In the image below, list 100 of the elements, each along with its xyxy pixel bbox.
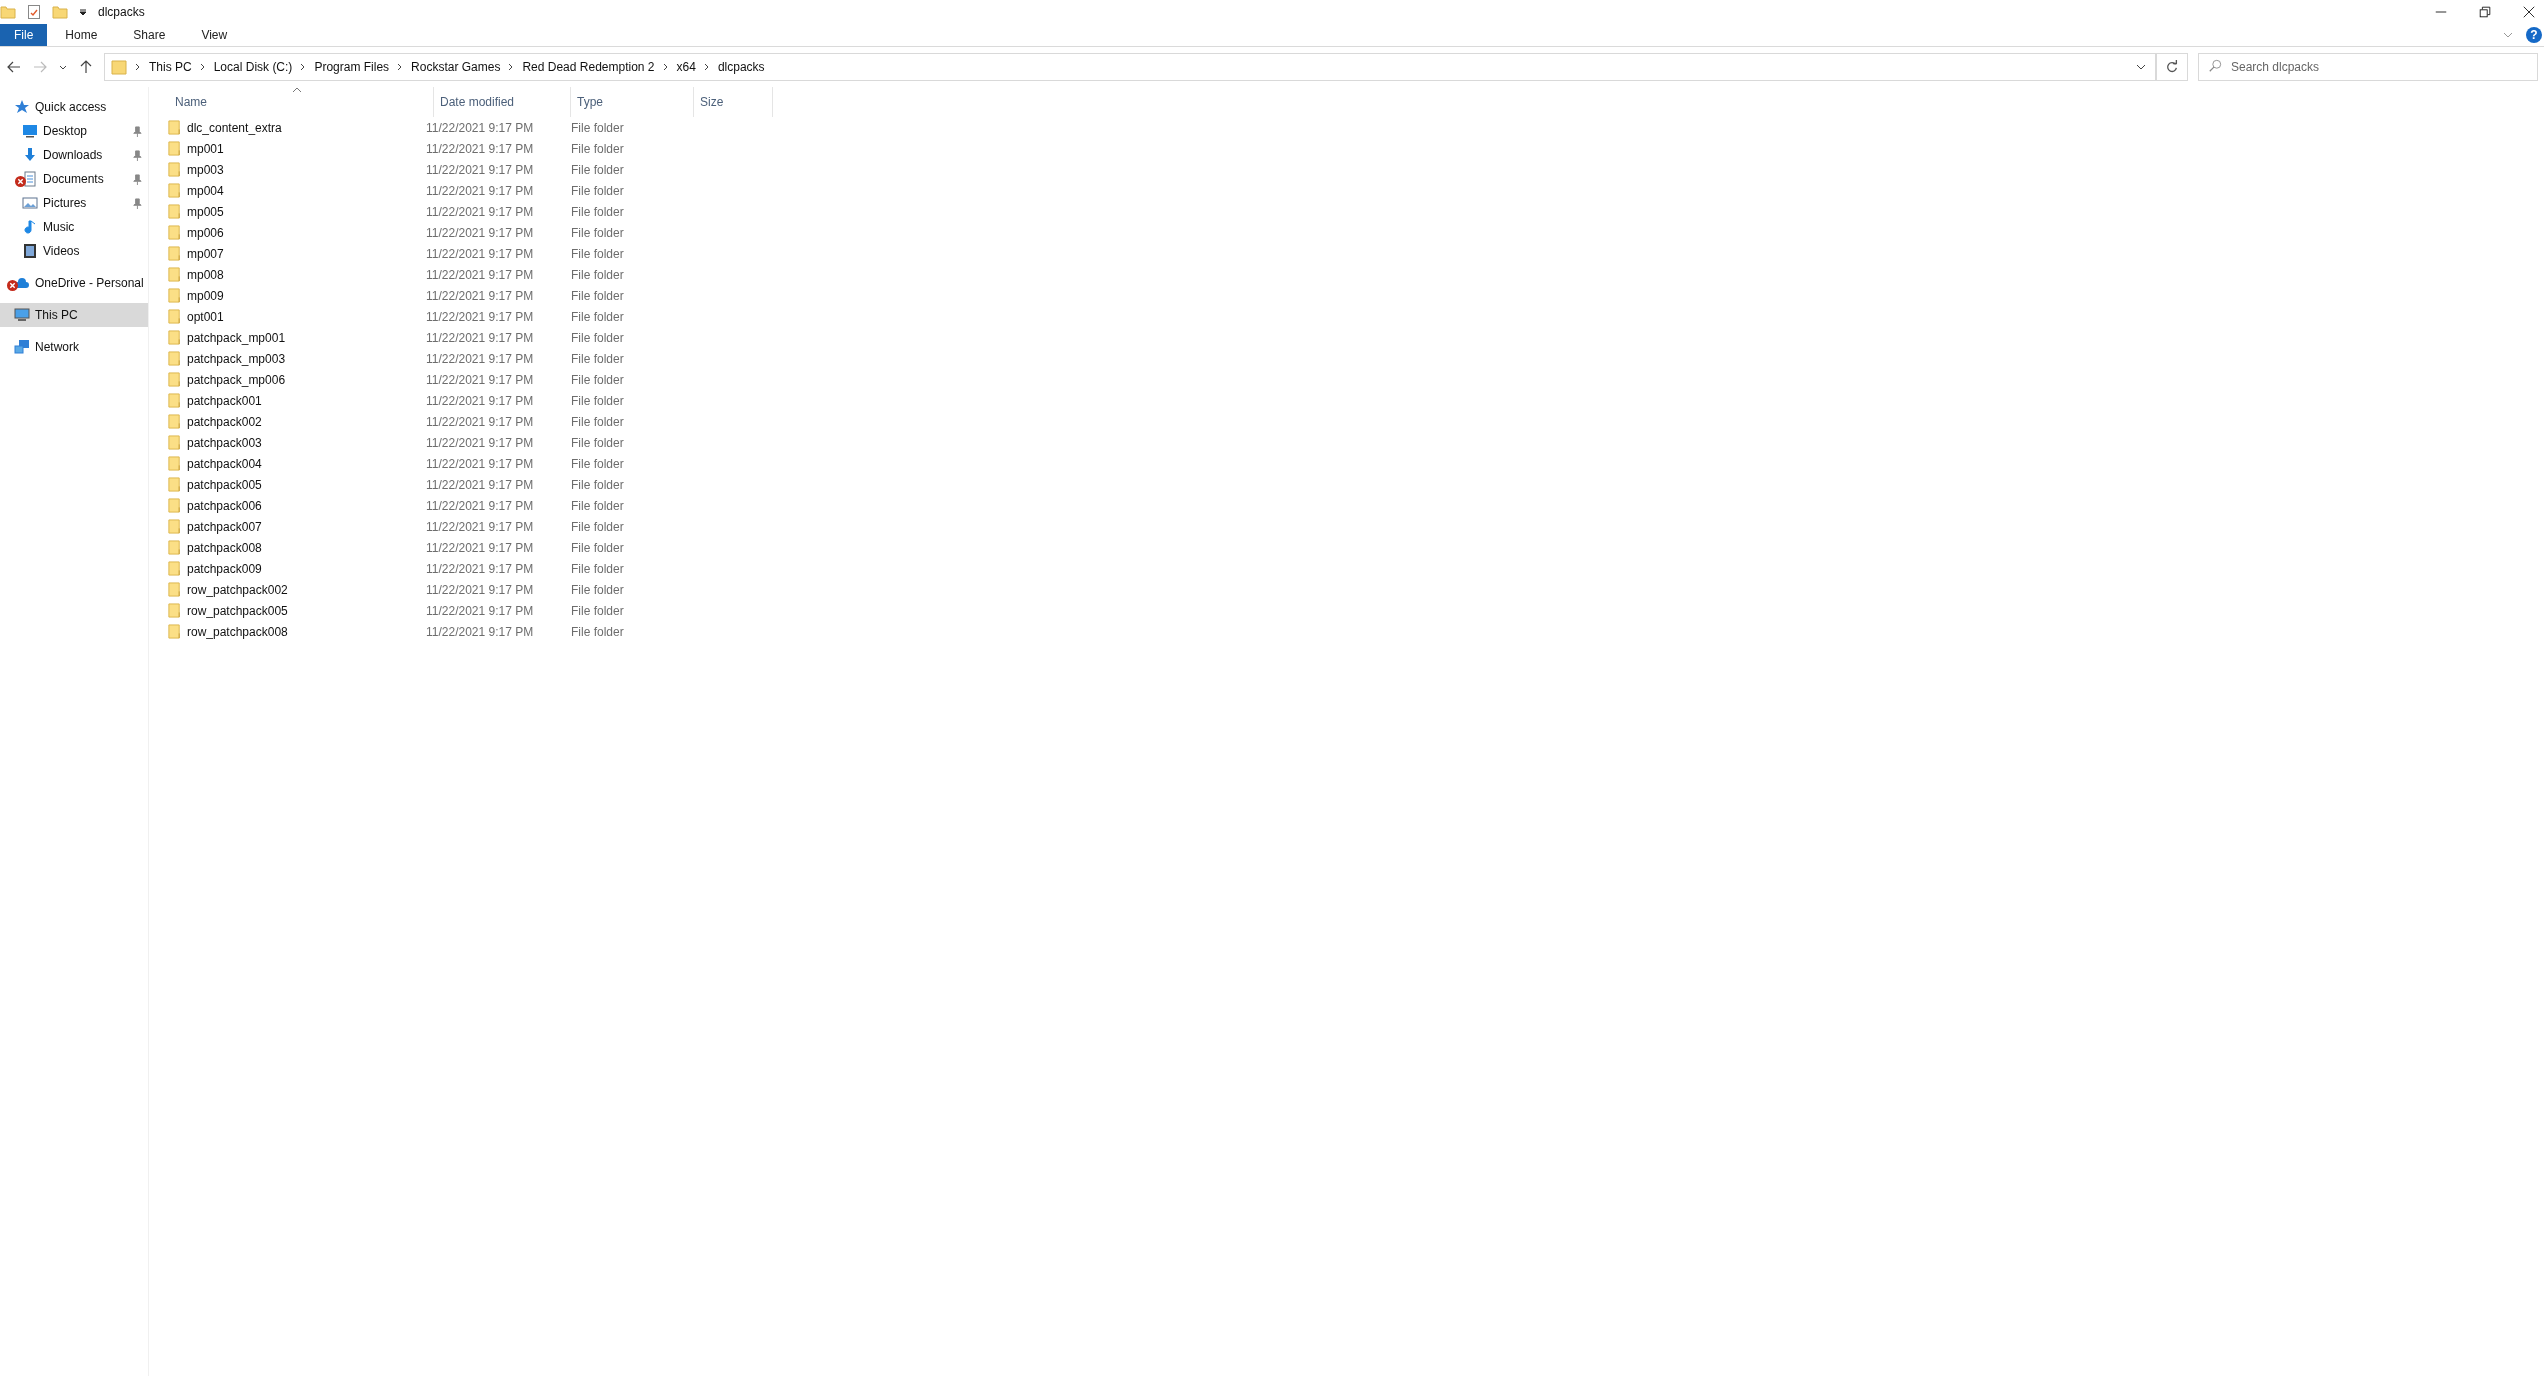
file-name[interactable]: mp006	[161, 225, 419, 240]
file-name[interactable]: mp003	[161, 162, 419, 177]
file-name[interactable]: row_patchpack005	[161, 603, 419, 618]
file-name[interactable]: mp009	[161, 288, 419, 303]
sidebar-item[interactable]: Documents	[0, 167, 148, 191]
pin-icon[interactable]	[131, 125, 142, 137]
sidebar-item[interactable]: Pictures	[0, 191, 148, 215]
date-modified: 11/22/2021 9:17 PM	[425, 477, 535, 492]
pin-icon[interactable]	[131, 173, 142, 185]
search-field[interactable]: Search dlcpacks	[2198, 53, 2538, 81]
file-type: File folder	[570, 414, 625, 429]
file-name[interactable]: patchpack001	[161, 393, 419, 408]
sidebar-item[interactable]: Videos	[0, 239, 148, 263]
column-header[interactable]: Name	[161, 87, 434, 117]
column-header[interactable]: Size	[694, 87, 773, 117]
help-button[interactable]: ?	[2526, 27, 2542, 43]
breadcrumb[interactable]: This PC	[149, 60, 192, 74]
sidebar-item[interactable]: Network	[0, 335, 148, 359]
file-name[interactable]: patchpack002	[161, 414, 419, 429]
sidebar-item[interactable]: Music	[0, 215, 148, 239]
breadcrumb[interactable]: Rockstar Games	[411, 60, 501, 74]
file-name[interactable]: patchpack006	[161, 498, 419, 513]
chevron-icon[interactable]	[702, 63, 711, 71]
date-modified: 11/22/2021 9:17 PM	[425, 540, 535, 555]
file-type: File folder	[570, 624, 625, 639]
date-modified: 11/22/2021 9:17 PM	[425, 624, 535, 639]
file-name[interactable]: patchpack008	[161, 540, 419, 555]
date-modified: 11/22/2021 9:17 PM	[425, 120, 535, 135]
sidebar-item[interactable]: Quick access	[0, 95, 148, 119]
folder-icon	[167, 225, 182, 240]
file-type: File folder	[570, 351, 625, 366]
folder-icon	[167, 477, 182, 492]
file-name[interactable]: patchpack003	[161, 435, 419, 450]
chevron-icon[interactable]	[198, 63, 207, 71]
close-icon[interactable]	[2522, 5, 2536, 19]
file-type: File folder	[570, 372, 625, 387]
file-name[interactable]: row_patchpack002	[161, 582, 419, 597]
date-modified: 11/22/2021 9:17 PM	[425, 162, 535, 177]
error-badge-icon	[7, 280, 18, 291]
chevron-icon[interactable]	[661, 63, 670, 71]
dropdown-icon[interactable]	[78, 7, 88, 17]
file-name[interactable]: row_patchpack008	[161, 624, 419, 639]
date-modified: 11/22/2021 9:17 PM	[425, 183, 535, 198]
sidebar-item[interactable]: Downloads	[0, 143, 148, 167]
column-header[interactable]: Date modified	[434, 87, 571, 117]
folder-icon	[167, 351, 182, 366]
pin-icon[interactable]	[131, 197, 142, 209]
column-header[interactable]: Type	[571, 87, 694, 117]
folder-icon	[167, 141, 182, 156]
file-name[interactable]: patchpack007	[161, 519, 419, 534]
chevron-icon[interactable]	[134, 63, 142, 71]
folder-icon	[167, 183, 182, 198]
up-icon[interactable]	[78, 59, 94, 75]
ribbon-tab[interactable]: Home	[47, 24, 116, 46]
pin-icon[interactable]	[131, 149, 142, 161]
folder-icon	[167, 561, 182, 576]
date-modified: 11/22/2021 9:17 PM	[425, 603, 535, 618]
file-name[interactable]: mp007	[161, 246, 419, 261]
folder-icon	[167, 393, 182, 408]
file-name[interactable]: mp005	[161, 204, 419, 219]
file-type: File folder	[570, 183, 625, 198]
ribbon-tab[interactable]: View	[183, 24, 246, 46]
folder-icon	[167, 414, 182, 429]
file-type: File folder	[570, 288, 625, 303]
folder-icon	[167, 456, 182, 471]
address-bar[interactable]: This PC Local Disk (C:) Program Files Rockstar Games Red Dead Redemption 2 x64 dlcpacks	[104, 53, 2156, 81]
file-name[interactable]: patchpack004	[161, 456, 419, 471]
properties-icon[interactable]	[26, 4, 42, 20]
file-name[interactable]: patchpack_mp003	[161, 351, 419, 366]
back-icon[interactable]	[6, 59, 22, 75]
date-modified: 11/22/2021 9:17 PM	[425, 414, 535, 429]
folder-icon	[167, 162, 182, 177]
breadcrumb[interactable]: x64	[676, 60, 696, 74]
file-name[interactable]: opt001	[161, 309, 419, 324]
file-name[interactable]: patchpack009	[161, 561, 419, 576]
file-name[interactable]: patchpack_mp006	[161, 372, 419, 387]
file-name[interactable]: mp001	[161, 141, 419, 156]
ribbon-tab[interactable]: File	[0, 24, 48, 46]
file-type: File folder	[570, 393, 625, 408]
sidebar-item[interactable]: Desktop	[0, 119, 148, 143]
restore-icon[interactable]	[2478, 5, 2492, 19]
file-name[interactable]: dlc_content_extra	[161, 120, 419, 135]
file-type: File folder	[570, 498, 625, 513]
breadcrumb[interactable]: Local Disk (C:)	[213, 60, 293, 74]
breadcrumb[interactable]: dlcpacks	[717, 60, 765, 74]
folder-icon	[167, 246, 182, 261]
file-name[interactable]: patchpack_mp001	[161, 330, 419, 345]
picture-icon	[22, 195, 38, 211]
folder-icon	[167, 603, 182, 618]
breadcrumb[interactable]: Red Dead Redemption 2	[522, 60, 655, 74]
file-type: File folder	[570, 603, 625, 618]
ribbon-tab[interactable]: Share	[115, 24, 184, 46]
refresh-button[interactable]	[2156, 53, 2188, 81]
breadcrumb[interactable]: Program Files	[314, 60, 390, 74]
sidebar-item[interactable]: OneDrive - Personal	[0, 271, 148, 295]
folder-icon	[167, 372, 182, 387]
file-name[interactable]: mp008	[161, 267, 419, 282]
file-name[interactable]: patchpack005	[161, 477, 419, 492]
sidebar-item[interactable]: This PC	[0, 303, 148, 327]
file-name[interactable]: mp004	[161, 183, 419, 198]
